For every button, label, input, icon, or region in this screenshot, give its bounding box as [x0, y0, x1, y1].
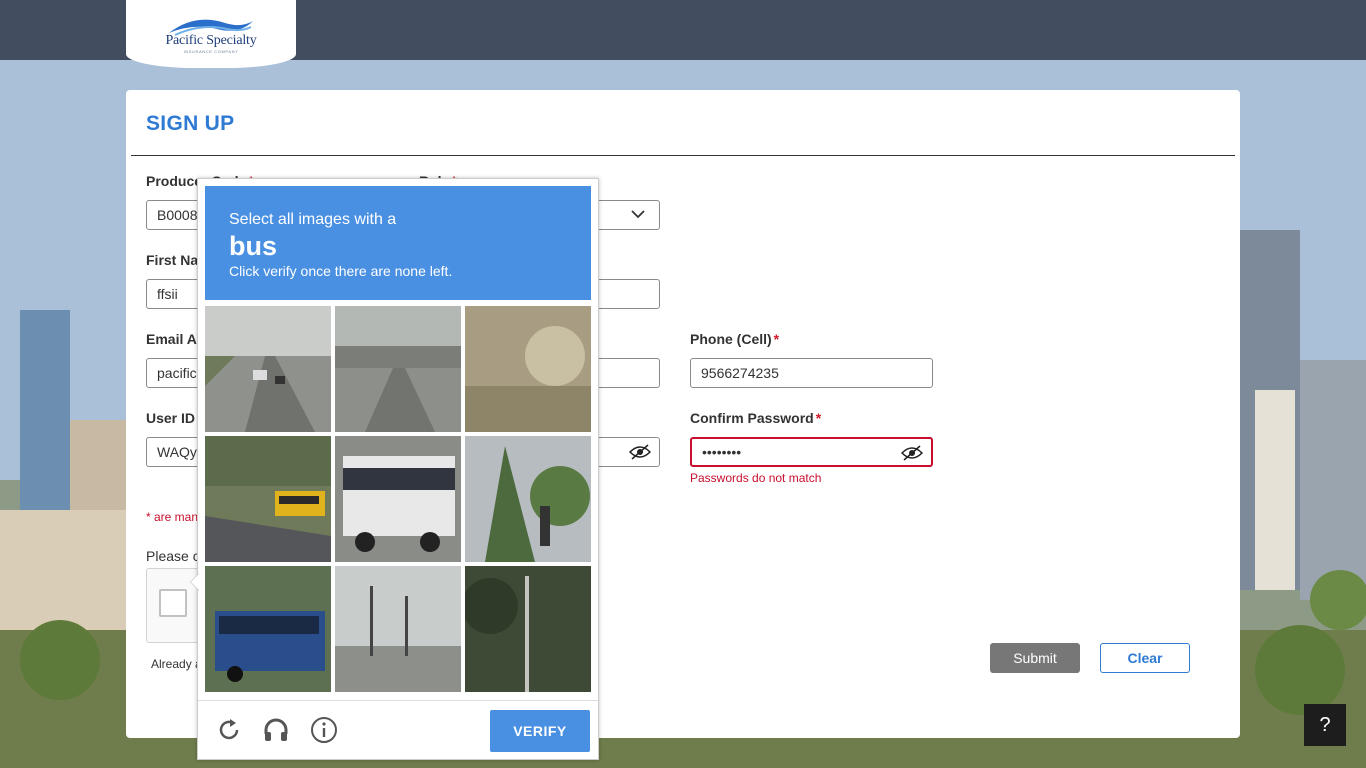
school-bus-image — [205, 436, 331, 562]
challenge-hint: Click verify once there are none left. — [229, 263, 453, 279]
brand-logo[interactable]: Pacific Specialty INSURANCE COMPANY — [126, 0, 296, 68]
verify-button[interactable]: VERIFY — [490, 710, 590, 752]
highway-cars-image — [205, 306, 331, 432]
recaptcha-checkbox[interactable] — [159, 589, 187, 617]
challenge-image-grid — [205, 306, 593, 694]
trees-sign-image — [465, 436, 591, 562]
image-tile-power-poles-street[interactable] — [335, 566, 461, 692]
producer-code-value: B0008 — [157, 207, 198, 223]
info-icon[interactable] — [310, 716, 338, 744]
eye-slash-icon[interactable] — [901, 445, 923, 461]
eye-slash-icon[interactable] — [629, 444, 651, 460]
white-city-bus-image — [335, 436, 461, 562]
recaptcha-challenge: Select all images with a bus Click verif… — [190, 178, 599, 760]
page-title: SIGN UP — [146, 112, 235, 135]
phone-label-text: Phone (Cell) — [690, 331, 772, 347]
first-name-value: ffsii — [157, 286, 178, 302]
challenge-pointer — [190, 573, 199, 591]
phone-value: 9566274235 — [701, 365, 779, 381]
dark-trees-pole-image — [465, 566, 591, 692]
confirm-password-label: Confirm Password * — [690, 410, 821, 426]
confirm-password-input[interactable]: •••••••• — [690, 437, 933, 467]
required-marker: * — [815, 410, 822, 426]
headphones-icon[interactable] — [262, 716, 290, 744]
image-tile-school-bus[interactable] — [205, 436, 331, 562]
brand-name: Pacific Specialty — [165, 32, 257, 48]
confirm-password-label-text: Confirm Password — [690, 410, 814, 426]
brand-tagline: INSURANCE COMPANY — [183, 48, 239, 54]
challenge-footer: VERIFY — [198, 700, 598, 760]
chevron-down-icon — [631, 210, 645, 219]
image-tile-blue-bus[interactable] — [205, 566, 331, 692]
reload-icon[interactable] — [215, 716, 243, 744]
image-tile-highway-cars[interactable] — [205, 306, 331, 432]
already-text: Already a — [151, 657, 202, 671]
image-tile-white-city-bus[interactable] — [335, 436, 461, 562]
help-button[interactable]: ? — [1304, 704, 1346, 746]
title-divider — [131, 155, 1235, 156]
image-tile-dark-trees-pole[interactable] — [465, 566, 591, 692]
please-text: Please c — [146, 548, 200, 564]
password-error-message: Passwords do not match — [690, 471, 822, 485]
submit-button[interactable]: Submit — [990, 643, 1080, 673]
phone-input[interactable]: 9566274235 — [690, 358, 933, 388]
blurry-closeup-image — [465, 306, 591, 432]
confirm-password-value: •••••••• — [702, 444, 742, 460]
challenge-header: Select all images with a bus Click verif… — [205, 186, 591, 300]
power-poles-street-image — [335, 566, 461, 692]
phone-label: Phone (Cell) * — [690, 331, 779, 347]
blue-bus-image — [205, 566, 331, 692]
overpass-road-image — [335, 306, 461, 432]
image-tile-overpass-road[interactable] — [335, 306, 461, 432]
challenge-instruction: Select all images with a — [229, 211, 397, 228]
user-id-value: WAQy — [157, 444, 197, 460]
clear-button[interactable]: Clear — [1100, 643, 1190, 673]
challenge-target: bus — [229, 231, 278, 261]
email-value: pacific — [157, 365, 197, 381]
image-tile-blurry-closeup[interactable] — [465, 306, 591, 432]
user-id-label: User ID — [146, 410, 196, 426]
required-marker: * — [773, 331, 780, 347]
image-tile-trees-sign[interactable] — [465, 436, 591, 562]
